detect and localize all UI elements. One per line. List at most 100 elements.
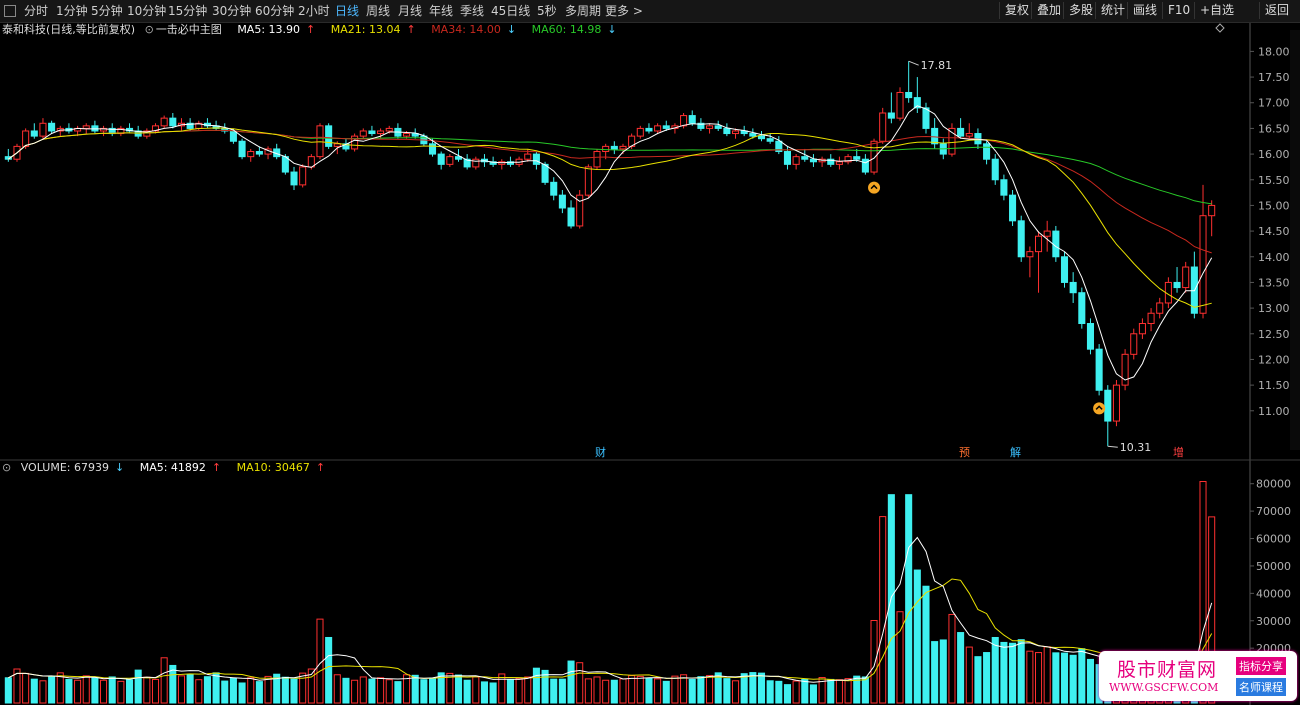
period-tab-12[interactable]: 季线 — [460, 3, 484, 19]
period-tab-15[interactable]: 多周期 — [565, 3, 601, 19]
candle-body — [541, 163, 549, 183]
volume-bar — [411, 674, 419, 704]
candle-body — [671, 125, 679, 129]
candle-body — [809, 158, 817, 163]
volume-bar — [1052, 652, 1060, 704]
kline-chart[interactable]: 18.00 17.50 17.00 16.50 16.00 15.50 15.00 14.50… — [0, 0, 1300, 705]
price-tick-label: 15.50 — [1258, 174, 1290, 187]
volume-bar — [723, 678, 731, 704]
volume-bar — [143, 676, 151, 704]
candle-body — [1164, 281, 1172, 304]
volume-bar — [991, 636, 999, 704]
period-tab-3[interactable]: 10分钟 — [127, 3, 166, 19]
period-tab-14[interactable]: 5秒 — [537, 3, 557, 19]
volume-bar — [125, 679, 134, 704]
candle-body — [1043, 230, 1051, 237]
volume-arrow: ↓ — [114, 461, 125, 474]
candle-body — [177, 122, 186, 127]
volume-bar — [645, 677, 653, 704]
candle-body — [1208, 204, 1216, 217]
volume-bar — [30, 678, 38, 704]
period-tab-4[interactable]: 15分钟 — [168, 3, 207, 19]
candle-body — [1078, 292, 1086, 325]
candle-body — [377, 130, 385, 135]
period-tab-7[interactable]: 2小时 — [298, 3, 330, 19]
candle-body — [394, 127, 402, 137]
period-tab-9[interactable]: 周线 — [366, 3, 390, 19]
period-tab-13[interactable]: 45日线 — [491, 3, 530, 19]
volume-bar — [368, 678, 376, 704]
candle-body — [688, 115, 696, 124]
period-tab-0[interactable]: 分时 — [24, 3, 48, 19]
toolbar-button-7[interactable]: 返回 — [1259, 2, 1294, 19]
event-tag-2: 解 — [1010, 445, 1021, 459]
candle-body — [896, 91, 904, 119]
volume-bar — [195, 679, 203, 704]
period-tab-10[interactable]: 月线 — [398, 3, 422, 19]
volume-tick-label: 30000 — [1256, 615, 1291, 628]
volume-bar — [853, 675, 861, 704]
period-tab-8[interactable]: 日线 — [335, 3, 359, 19]
candle-body — [887, 112, 895, 119]
volume-bar — [160, 657, 168, 704]
volume-bar — [186, 673, 194, 704]
volume-bar — [844, 678, 852, 704]
volume-bar — [480, 681, 489, 704]
period-tab-6[interactable]: 60分钟 — [255, 3, 294, 19]
volume-bar — [541, 669, 549, 704]
indicator-label: 一击必中主图 — [155, 23, 222, 36]
volume-bar — [238, 682, 246, 704]
candle-body — [1147, 312, 1155, 325]
candle-body — [879, 112, 887, 142]
period-tab-16[interactable]: 更多 > — [605, 3, 643, 19]
toolbar-button-3[interactable]: 统计 — [1095, 2, 1130, 19]
volume-bar — [870, 619, 878, 704]
period-tab-11[interactable]: 年线 — [429, 3, 453, 19]
indicator-name[interactable]: ⊙ 一击必中主图 — [145, 23, 232, 36]
low-pointer — [1107, 445, 1118, 448]
toolbar-button-2[interactable]: 多股 — [1063, 2, 1098, 19]
candle-body — [818, 158, 826, 163]
volume-tick-label: 40000 — [1256, 587, 1291, 600]
candle-body — [1000, 179, 1008, 196]
volume-bar — [818, 677, 826, 704]
volume-bar — [333, 674, 341, 704]
volume-bar — [861, 676, 869, 704]
volume-bar — [827, 678, 835, 704]
toolbar-button-5[interactable]: F10 — [1162, 2, 1195, 19]
volume-bar — [706, 675, 714, 704]
candle-body — [290, 171, 298, 186]
volume-bar — [134, 669, 142, 704]
toolbar-button-1[interactable]: 叠加 — [1031, 2, 1066, 19]
volume-bar — [619, 678, 627, 704]
toolbar-button-4[interactable]: 画线 — [1127, 2, 1162, 19]
stock-title[interactable]: 泰和科技(日线,等比前复权) — [2, 23, 135, 36]
vol-ma5-value: MA5: 41892 — [139, 461, 206, 474]
ma21-arrow: ↑ — [406, 23, 416, 36]
toolbar-button-6[interactable]: +自选 — [1194, 2, 1239, 19]
volume-bar — [974, 656, 982, 704]
volume-bar — [151, 678, 160, 704]
watermark-logo: 股市财富网 WWW.GSCFW.COM 指标分享 名师课程 — [1099, 651, 1297, 701]
volume-bar — [965, 646, 973, 704]
ma60-legend: MA60: 14.98 ↓ — [532, 23, 623, 36]
candle-body — [264, 148, 272, 155]
vol-ma5-line — [8, 536, 1213, 683]
period-tab-5[interactable]: 30分钟 — [212, 3, 251, 19]
period-tab-2[interactable]: 5分钟 — [91, 3, 123, 19]
vol-ma10-line — [8, 578, 1213, 682]
vol-ma5-arrow: ↑ — [211, 461, 222, 474]
candle-body — [645, 127, 653, 132]
price-tick-label: 14.00 — [1258, 251, 1290, 264]
candle-body — [1052, 230, 1060, 258]
volume-bar — [264, 675, 272, 704]
volume-bar — [628, 675, 636, 704]
toolbar-button-0[interactable]: 复权 — [999, 2, 1034, 19]
candle-body — [22, 130, 30, 147]
volume-bar — [532, 667, 540, 704]
panel-toggle-icon[interactable] — [4, 5, 16, 17]
volume-dropdown-icon[interactable]: ⊙ — [2, 461, 11, 474]
period-tab-1[interactable]: 1分钟 — [56, 3, 88, 19]
candle-body — [281, 156, 289, 173]
candle-body — [1026, 251, 1034, 258]
